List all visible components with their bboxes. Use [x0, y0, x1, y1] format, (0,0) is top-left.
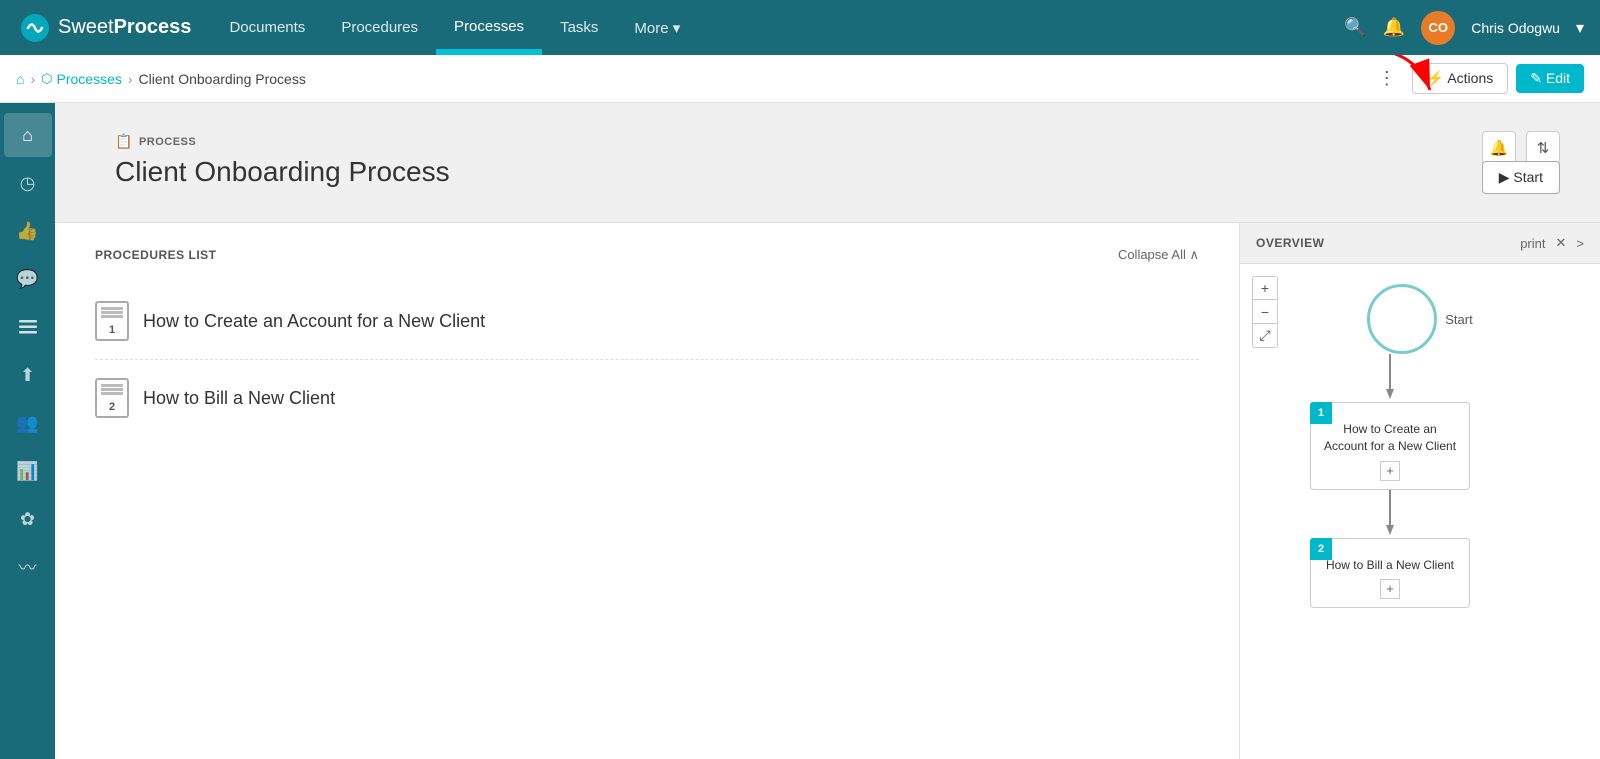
step-2-badge: 2 [1310, 538, 1332, 560]
breadcrumb-current: Client Onboarding Process [139, 71, 306, 87]
nav-processes[interactable]: Processes [436, 0, 542, 55]
sidebar: ⌂ ◷ 👍 💬 ⬆ 👥 📊 ✿ 〰 [0, 103, 55, 759]
processes-icon: ⬡ [41, 71, 52, 87]
breadcrumb: ⌂ › ⬡ Processes › Client Onboarding Proc… [16, 71, 1370, 87]
bell-action-button[interactable]: 🔔 [1482, 131, 1516, 165]
overview-header-actions: print ✕ > [1520, 235, 1584, 251]
nav-tasks[interactable]: Tasks [542, 0, 616, 55]
sidebar-item-team[interactable]: 👥 [4, 401, 52, 445]
zoom-fit-button[interactable]: ⤢ [1252, 324, 1278, 348]
procedures-panel: PROCEDURES LIST Collapse All ∧ 1 How to … [55, 223, 1240, 759]
procedure-item-1[interactable]: 1 How to Create an Account for a New Cli… [95, 283, 1199, 360]
procedures-header: PROCEDURES LIST Collapse All ∧ [95, 247, 1199, 263]
avatar[interactable]: CO [1421, 11, 1455, 45]
overview-close-button[interactable]: ✕ [1556, 235, 1567, 251]
zoom-controls: + − ⤢ [1252, 276, 1278, 348]
nav-procedures[interactable]: Procedures [323, 0, 436, 55]
topnav-links: Documents Procedures Processes Tasks Mor… [211, 0, 1328, 55]
collapse-all-button[interactable]: Collapse All ∧ [1118, 247, 1199, 263]
flowchart: Start 1 How to Create an Acc [1240, 264, 1600, 628]
sweetprocess-logo-icon [20, 13, 50, 43]
procedure-item-2[interactable]: 2 How to Bill a New Client [95, 360, 1199, 436]
process-label: 📋 PROCESS [115, 133, 1540, 150]
procedures-title: PROCEDURES LIST [95, 248, 217, 262]
sidebar-item-workflows[interactable]: 〰 [4, 545, 52, 589]
process-header-actions: 🔔 ⇅ [1482, 131, 1560, 165]
overview-panel: OVERVIEW print ✕ > + − ⤢ [1240, 223, 1600, 759]
topnav: SweetProcess Documents Procedures Proces… [0, 0, 1600, 55]
overview-body: + − ⤢ Start [1240, 264, 1600, 759]
sidebar-item-list[interactable] [4, 305, 52, 349]
zoom-out-button[interactable]: − [1252, 300, 1278, 324]
step-1-text: How to Create an Account for a New Clien… [1321, 421, 1459, 455]
logo-text: SweetProcess [58, 16, 191, 39]
sidebar-item-comments[interactable]: 💬 [4, 257, 52, 301]
breadcrumb-processes[interactable]: ⬡ Processes [41, 71, 122, 87]
flowchart-start-label: Start [1445, 312, 1472, 327]
more-options-button[interactable]: ⋮ [1370, 64, 1404, 93]
procedure-icon-2: 2 [95, 378, 129, 418]
search-icon[interactable]: 🔍 [1344, 17, 1366, 38]
topnav-right: 🔍 🔔 CO Chris Odogwu ▾ [1328, 11, 1600, 45]
sidebar-item-reports[interactable]: 📊 [4, 449, 52, 493]
process-title: Client Onboarding Process [115, 156, 1540, 188]
start-row: Start [1367, 284, 1472, 354]
overview-header: OVERVIEW print ✕ > [1240, 223, 1600, 264]
sidebar-item-integrations[interactable]: ✿ [4, 497, 52, 541]
procedure-name-2: How to Bill a New Client [143, 388, 335, 409]
zoom-in-button[interactable]: + [1252, 276, 1278, 300]
breadcrumb-sep-2: › [128, 71, 133, 87]
step-1-badge: 1 [1310, 402, 1332, 424]
bell-icon[interactable]: 🔔 [1383, 17, 1405, 38]
main-layout: ⌂ ◷ 👍 💬 ⬆ 👥 📊 ✿ 〰 📋 PROCESS Client Onboa… [0, 103, 1600, 759]
step-1-expand[interactable]: + [1380, 461, 1400, 481]
sidebar-item-home[interactable]: ⌂ [4, 113, 52, 157]
step-2-expand[interactable]: + [1380, 579, 1400, 599]
process-header: 📋 PROCESS Client Onboarding Process 🔔 ⇅ … [55, 103, 1600, 223]
flowchart-step-2[interactable]: 2 How to Bill a New Client + [1310, 538, 1470, 609]
filter-action-button[interactable]: ⇅ [1526, 131, 1560, 165]
sidebar-item-favorites[interactable]: 👍 [4, 209, 52, 253]
flowchart-step-1[interactable]: 1 How to Create an Account for a New Cli… [1310, 402, 1470, 490]
home-icon: ⌂ [16, 71, 24, 87]
sidebar-item-upload[interactable]: ⬆ [4, 353, 52, 397]
overview-print-button[interactable]: print [1520, 236, 1545, 251]
bottom-panels: PROCEDURES LIST Collapse All ∧ 1 How to … [55, 223, 1600, 759]
breadcrumb-sep-1: › [30, 71, 35, 87]
flowchart-start-node [1367, 284, 1437, 354]
nav-more[interactable]: More ▾ [616, 0, 698, 55]
procedure-name-1: How to Create an Account for a New Clien… [143, 311, 485, 332]
actions-button[interactable]: ⚡ Actions [1412, 63, 1508, 94]
flowchart-arrow-2 [1382, 490, 1398, 538]
user-name[interactable]: Chris Odogwu [1471, 20, 1560, 36]
edit-button[interactable]: ✎ Edit [1516, 64, 1584, 93]
step-2-text: How to Bill a New Client [1321, 557, 1459, 574]
breadcrumb-actions: ⋮ ⚡ Actions ✎ Edit [1370, 63, 1584, 94]
overview-title: OVERVIEW [1256, 236, 1324, 250]
process-doc-icon: 📋 [115, 133, 133, 150]
start-button[interactable]: ▶ Start [1482, 161, 1560, 194]
overview-expand-button[interactable]: > [1576, 236, 1584, 251]
logo[interactable]: SweetProcess [0, 0, 211, 55]
user-dropdown-icon[interactable]: ▾ [1576, 18, 1584, 38]
procedure-icon-1: 1 [95, 301, 129, 341]
flowchart-arrow-1 [1382, 354, 1398, 402]
breadcrumb-bar: ⌂ › ⬡ Processes › Client Onboarding Proc… [0, 55, 1600, 103]
breadcrumb-home[interactable]: ⌂ [16, 71, 24, 87]
nav-documents[interactable]: Documents [211, 0, 323, 55]
sidebar-item-recent[interactable]: ◷ [4, 161, 52, 205]
content-area: 📋 PROCESS Client Onboarding Process 🔔 ⇅ … [55, 103, 1600, 759]
